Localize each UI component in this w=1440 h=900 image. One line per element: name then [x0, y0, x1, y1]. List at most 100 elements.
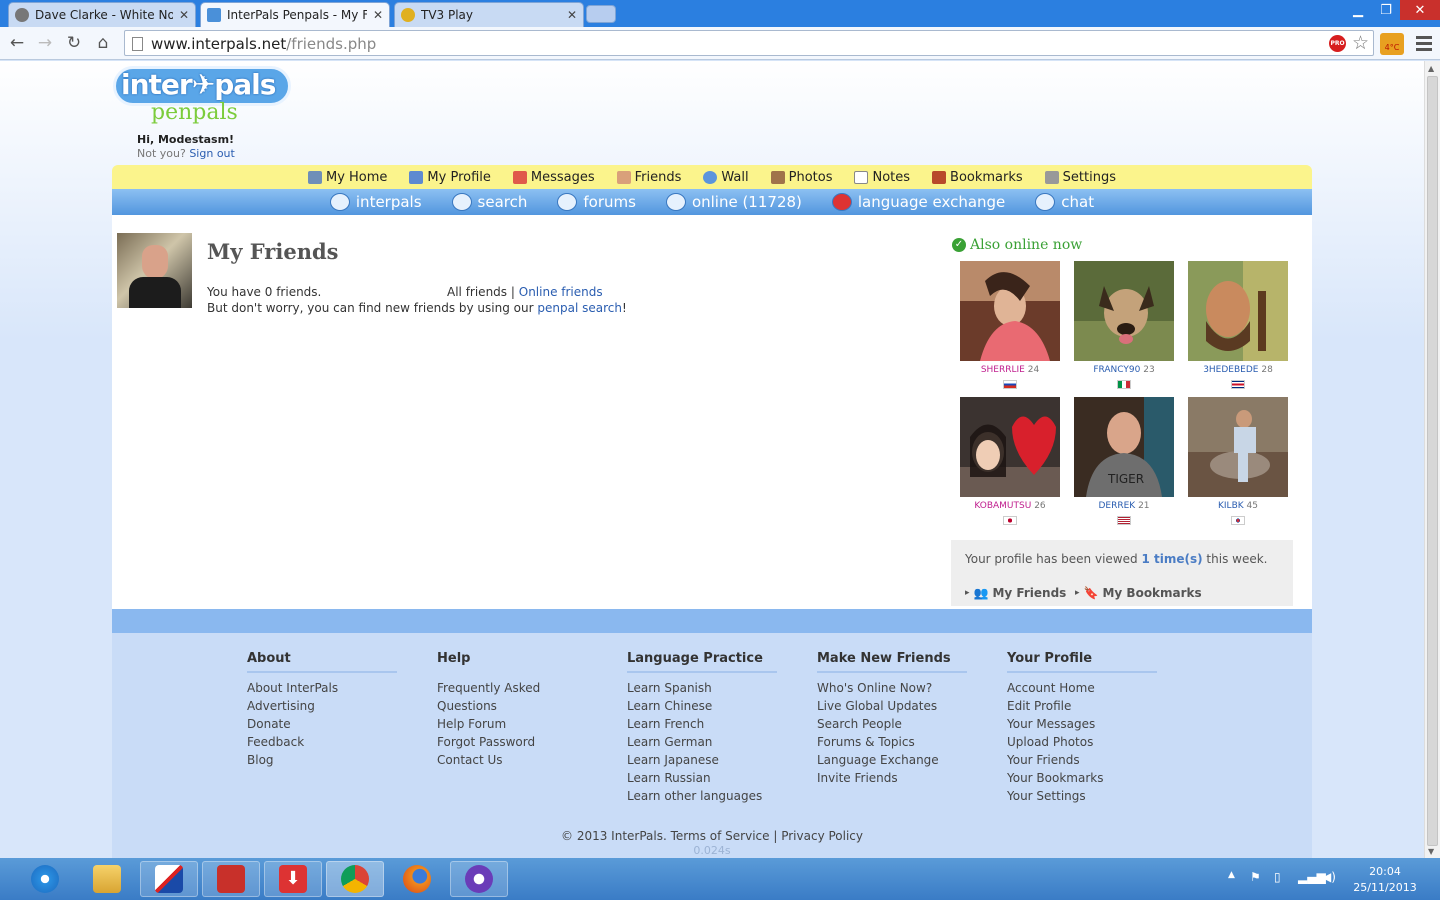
footer-link[interactable]: Learn Japanese	[627, 751, 777, 769]
reload-icon[interactable]: ↻	[63, 32, 85, 54]
minimize-icon[interactable]: ▁	[1344, 0, 1372, 20]
subnav-language-exchange[interactable]: language exchange	[831, 193, 1005, 211]
footer-link[interactable]: Learn Chinese	[627, 697, 777, 715]
nav-photos[interactable]: Photos	[770, 170, 832, 185]
battery-icon[interactable]: ▯	[1274, 870, 1281, 884]
browser-tab-2[interactable]: InterPals Penpals - My Frie ✕	[200, 2, 390, 27]
footer-link[interactable]: Blog	[247, 751, 397, 769]
interpals-logo[interactable]: inter✈pals penpals	[113, 66, 293, 131]
user-photo[interactable]	[1188, 397, 1288, 497]
avatar[interactable]	[117, 233, 192, 308]
scroll-up-icon[interactable]: ▲	[1428, 64, 1434, 73]
footer-link[interactable]: Account Home	[1007, 679, 1157, 697]
close-window-icon[interactable]: ✕	[1400, 0, 1440, 20]
online-user-card[interactable]: SHERRLIE 24	[960, 261, 1060, 389]
user-name[interactable]: KILBK	[1218, 501, 1244, 511]
footer-link[interactable]: Your Messages	[1007, 715, 1157, 733]
online-user-card[interactable]: KILBK 45	[1188, 397, 1288, 525]
home-icon[interactable]: ⌂	[92, 32, 114, 54]
user-photo[interactable]	[1074, 261, 1174, 361]
online-user-card[interactable]: 3HEDEBEDE 28	[1188, 261, 1288, 389]
vertical-scrollbar[interactable]: ▲ ▼	[1424, 61, 1440, 858]
footer-link[interactable]: Your Settings	[1007, 787, 1157, 805]
online-user-card[interactable]: KOBAMUTSU 26	[960, 397, 1060, 525]
footer-link[interactable]: Live Global Updates	[817, 697, 967, 715]
tray-expand-icon[interactable]: ▲	[1228, 870, 1235, 880]
footer-link[interactable]: Donate	[247, 715, 397, 733]
footer-link[interactable]: Invite Friends	[817, 769, 967, 787]
footer-link[interactable]: Help Forum	[437, 715, 587, 733]
restore-icon[interactable]: ❐	[1372, 0, 1400, 20]
privacy-link[interactable]: Privacy Policy	[781, 829, 863, 843]
nav-wall[interactable]: Wall	[703, 170, 749, 185]
penpal-search-link[interactable]: penpal search	[537, 301, 622, 315]
internet-explorer-icon[interactable]	[16, 861, 74, 897]
back-icon[interactable]: ←	[6, 32, 28, 54]
nav-settings[interactable]: Settings	[1044, 170, 1116, 185]
footer-link[interactable]: Learn other languages	[627, 787, 777, 805]
user-name[interactable]: KOBAMUTSU	[974, 501, 1031, 511]
footer-link[interactable]: Learn German	[627, 733, 777, 751]
nav-messages[interactable]: Messages	[512, 170, 595, 185]
app-a-icon[interactable]	[140, 861, 198, 897]
footer-link[interactable]: Contact Us	[437, 751, 587, 769]
nav-bookmarks[interactable]: Bookmarks	[932, 170, 1023, 185]
file-explorer-icon[interactable]	[78, 861, 136, 897]
browser-tab-1[interactable]: Dave Clarke - White Noise ✕	[8, 2, 196, 27]
chrome-icon[interactable]	[326, 861, 384, 897]
nav-my-profile[interactable]: My Profile	[409, 170, 491, 185]
views-count[interactable]: 1 time(s)	[1141, 552, 1202, 566]
user-photo[interactable]: TIGER	[1074, 397, 1174, 497]
footer-link[interactable]: Language Exchange	[817, 751, 967, 769]
action-center-flag-icon[interactable]: ⚑	[1250, 870, 1261, 884]
footer-link[interactable]: Learn Russian	[627, 769, 777, 787]
user-photo[interactable]	[1188, 261, 1288, 361]
adblock-pro-icon[interactable]: PRO	[1329, 35, 1346, 52]
footer-link[interactable]: Frequently Asked Questions	[437, 679, 587, 715]
browser-tab-3[interactable]: TV3 Play ✕	[394, 2, 584, 27]
user-photo[interactable]	[960, 261, 1060, 361]
all-friends-link[interactable]: All friends	[447, 285, 507, 299]
close-tab-icon[interactable]: ✕	[179, 8, 189, 22]
online-user-card[interactable]: TIGER DERREK 21	[1074, 397, 1174, 525]
footer-link[interactable]: About InterPals	[247, 679, 397, 697]
footer-link[interactable]: Advertising	[247, 697, 397, 715]
close-tab-icon[interactable]: ✕	[373, 8, 383, 22]
footer-link[interactable]: Search People	[817, 715, 967, 733]
user-name[interactable]: SHERRLIE	[981, 365, 1025, 375]
footer-link[interactable]: Learn French	[627, 715, 777, 733]
address-bar[interactable]: www.interpals.net/friends.php PRO ☆	[124, 30, 1374, 56]
user-name[interactable]: FRANCY90	[1093, 365, 1140, 375]
nav-friends[interactable]: Friends	[616, 170, 681, 185]
user-name[interactable]: 3HEDEBEDE	[1203, 365, 1258, 375]
my-bookmarks-link[interactable]: ▸ 🔖 My Bookmarks	[1075, 586, 1202, 600]
volume-icon[interactable]: ◀)	[1322, 870, 1336, 884]
subnav-online[interactable]: online (11728)	[665, 193, 802, 211]
chrome-menu-icon[interactable]	[1416, 36, 1432, 52]
footer-link[interactable]: Your Bookmarks	[1007, 769, 1157, 787]
weather-extension-icon[interactable]: 4°C	[1380, 33, 1404, 55]
footer-link[interactable]: Your Friends	[1007, 751, 1157, 769]
scrollbar-thumb[interactable]	[1427, 76, 1438, 846]
subnav-forums[interactable]: forums	[557, 193, 636, 211]
media-app-icon[interactable]	[450, 861, 508, 897]
footer-link[interactable]: Upload Photos	[1007, 733, 1157, 751]
online-user-card[interactable]: FRANCY90 23	[1074, 261, 1174, 389]
footer-link[interactable]: Forgot Password	[437, 733, 587, 751]
system-clock[interactable]: 20:04 25/11/2013	[1352, 864, 1418, 896]
footer-link[interactable]: Edit Profile	[1007, 697, 1157, 715]
footer-link[interactable]: Who's Online Now?	[817, 679, 967, 697]
bookmark-star-icon[interactable]: ☆	[1352, 32, 1369, 54]
sign-out-link[interactable]: Sign out	[189, 147, 235, 160]
subnav-interpals[interactable]: interpals	[329, 193, 422, 211]
subnav-chat[interactable]: chat	[1035, 193, 1094, 211]
user-name[interactable]: DERREK	[1098, 501, 1135, 511]
nav-notes[interactable]: Notes	[854, 170, 910, 185]
new-tab-button[interactable]	[586, 5, 616, 23]
forward-icon[interactable]: →	[34, 32, 56, 54]
firefox-icon[interactable]	[388, 861, 446, 897]
mpc-icon[interactable]	[202, 861, 260, 897]
subnav-search[interactable]: search	[451, 193, 527, 211]
terms-link[interactable]: Terms of Service	[671, 829, 770, 843]
my-friends-link[interactable]: ▸ 👥 My Friends	[965, 586, 1066, 600]
